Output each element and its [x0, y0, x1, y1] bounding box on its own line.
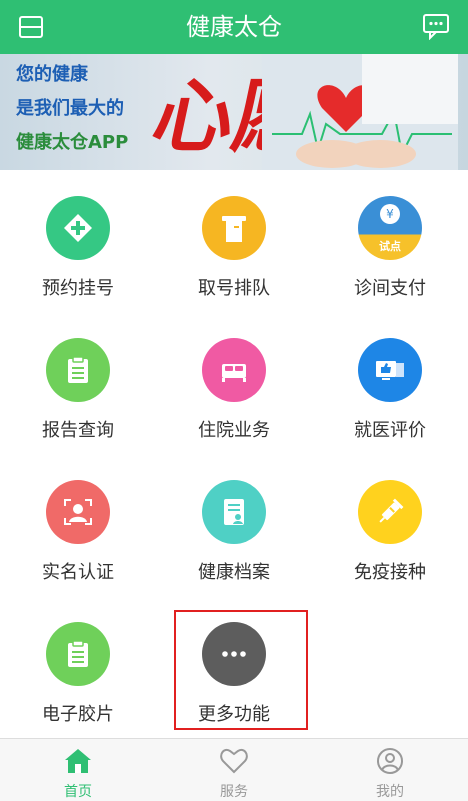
- service-immunization[interactable]: 免疫接种: [312, 454, 468, 596]
- user-icon: [377, 748, 403, 774]
- doctor-hands-heart-illustration: [262, 54, 458, 170]
- service-label: 诊间支付: [354, 278, 426, 299]
- app-header: 健康太仓: [0, 0, 468, 54]
- service-payment[interactable]: ¥ 试点 诊间支付: [312, 170, 468, 312]
- service-label: 报告查询: [42, 420, 114, 441]
- service-label: 免疫接种: [354, 562, 426, 583]
- service-label: 健康档案: [198, 562, 270, 583]
- service-appointment[interactable]: 预约挂号: [0, 170, 156, 312]
- clipboard-icon: [46, 622, 110, 686]
- trial-badge: 试点: [379, 240, 401, 253]
- tab-home[interactable]: 首页: [0, 739, 156, 801]
- tab-label: 服务: [220, 784, 248, 800]
- service-evaluation[interactable]: 就医评价: [312, 312, 468, 454]
- page-title: 健康太仓: [186, 13, 282, 41]
- service-real-name[interactable]: 实名认证: [0, 454, 156, 596]
- service-queue[interactable]: 取号排队: [156, 170, 312, 312]
- heart-icon: [220, 749, 248, 774]
- service-label: 预约挂号: [42, 278, 114, 299]
- promo-banner[interactable]: 您的健康 是我们最大的 健康太仓APP 心愿: [0, 54, 468, 170]
- service-label: 取号排队: [198, 278, 270, 299]
- plus-cross-icon: [46, 196, 110, 260]
- tab-services[interactable]: 服务: [156, 739, 312, 801]
- yuan-icon: ¥ 试点: [358, 196, 422, 260]
- service-label: 住院业务: [198, 420, 270, 441]
- tab-label: 我的: [376, 784, 404, 800]
- clipboard-icon: [46, 338, 110, 402]
- service-e-film[interactable]: 电子胶片: [0, 596, 156, 738]
- bed-icon: [202, 338, 266, 402]
- banner-text-line3: 健康太仓APP: [16, 132, 129, 153]
- service-report[interactable]: 报告查询: [0, 312, 156, 454]
- service-label: 就医评价: [354, 420, 426, 441]
- banner-text-line1: 您的健康: [16, 64, 88, 85]
- home-icon: [65, 749, 91, 773]
- service-label: 实名认证: [42, 562, 114, 583]
- tab-label: 首页: [64, 784, 92, 800]
- face-scan-icon: [46, 480, 110, 544]
- ticket-icon: [202, 196, 266, 260]
- service-hospitalization[interactable]: 住院业务: [156, 312, 312, 454]
- tab-mine[interactable]: 我的: [312, 739, 468, 801]
- highlight-box: [174, 610, 308, 730]
- service-label: 电子胶片: [42, 704, 114, 725]
- bottom-tab-bar: 首页 服务 我的: [0, 738, 468, 801]
- records-icon: [202, 480, 266, 544]
- syringe-icon: [358, 480, 422, 544]
- svg-text:¥: ¥: [386, 207, 394, 221]
- thumbs-up-monitor-icon: [358, 338, 422, 402]
- message-icon[interactable]: [422, 12, 450, 40]
- service-health-record[interactable]: 健康档案: [156, 454, 312, 596]
- banner-text-line2: 是我们最大的: [16, 98, 124, 119]
